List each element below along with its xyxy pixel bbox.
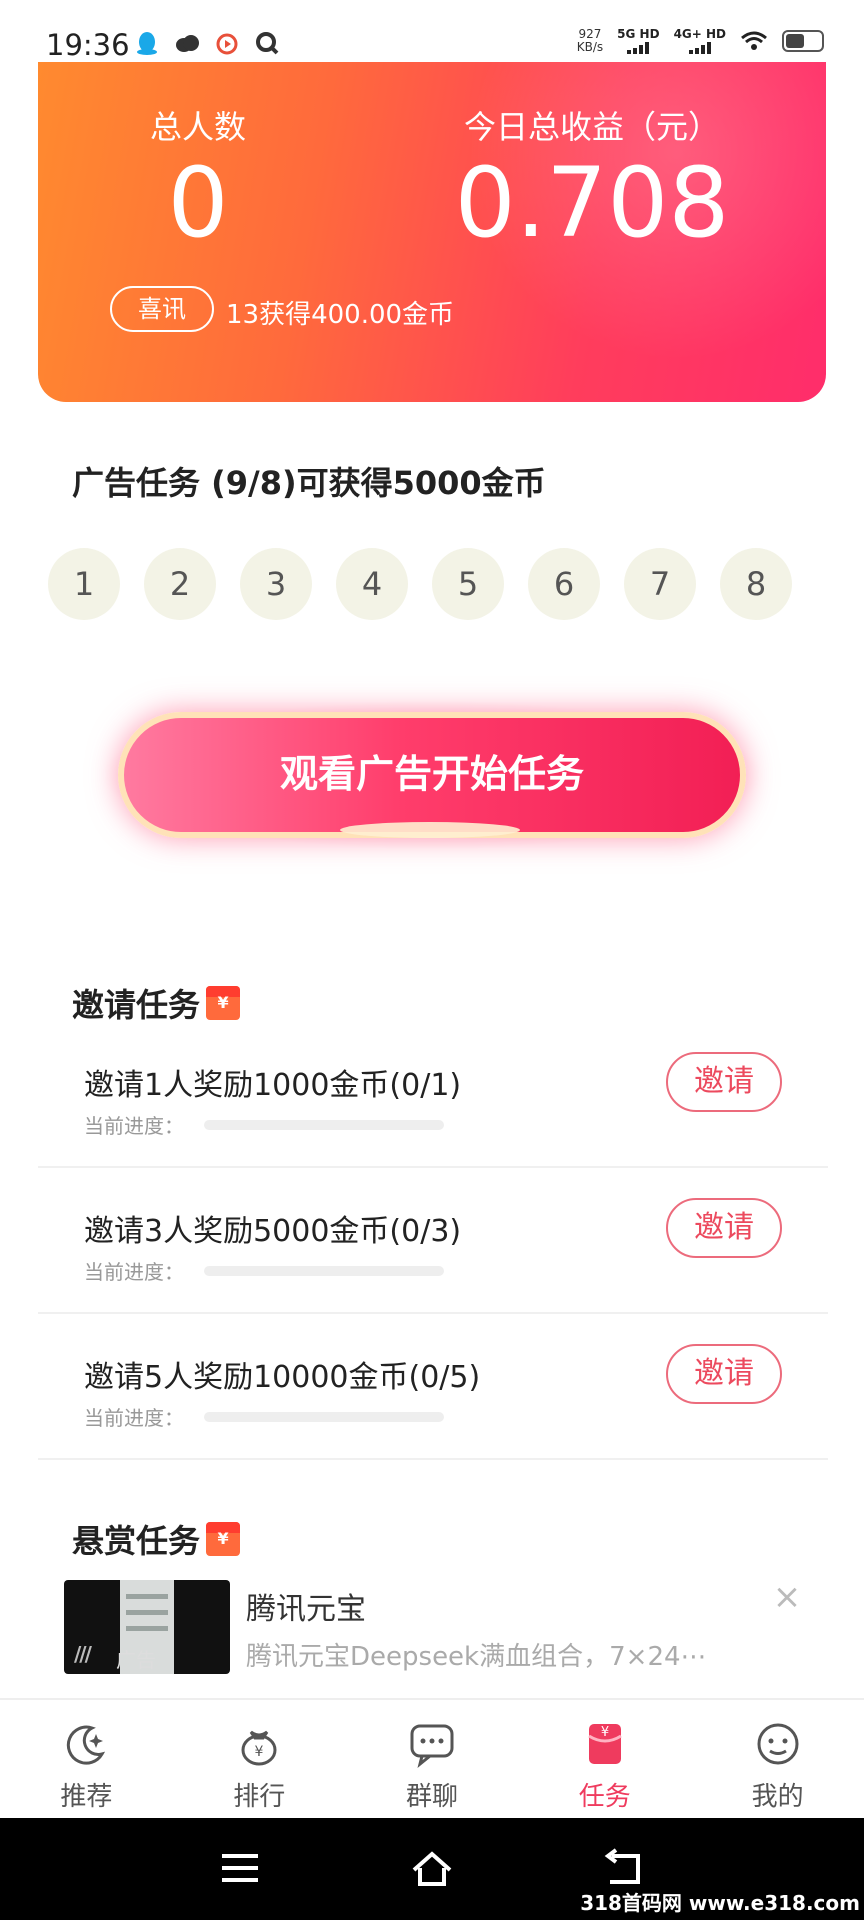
today-income-value: 0.708	[454, 147, 730, 259]
invite-button[interactable]: 邀请	[666, 1198, 782, 1258]
invite-task-text: 邀请3人奖励5000金币(0/3)	[84, 1214, 462, 1249]
home-icon[interactable]	[410, 1846, 454, 1890]
ad-step: 7	[624, 548, 696, 620]
ad-step: 8	[720, 548, 792, 620]
face-icon	[757, 1723, 799, 1765]
svg-text:¥: ¥	[601, 1725, 609, 1740]
sim1-label: 5G HD	[617, 27, 660, 41]
chat-bubble-icon	[410, 1724, 454, 1768]
invite-task-text: 邀请5人奖励10000金币(0/5)	[84, 1360, 481, 1395]
tab-tasks[interactable]: ¥ 任务	[518, 1700, 691, 1818]
battery-icon	[782, 30, 824, 52]
button-shine	[340, 822, 520, 838]
ad-task-steps: 1 2 3 4 5 6 7 8	[48, 548, 792, 620]
ad-title: 腾讯元宝	[246, 1592, 366, 1627]
invite-task-row: 邀请5人奖励10000金币(0/5) 当前进度： 邀请	[38, 1314, 828, 1460]
invite-button[interactable]: 邀请	[666, 1052, 782, 1112]
total-people-value: 0	[167, 147, 229, 259]
news-ticker: 13获得400.00金币	[226, 300, 455, 330]
invite-button[interactable]: 邀请	[666, 1344, 782, 1404]
task-screen: 19:36 927 KB/s 5G HD 4G+ HD 总人数 0 今日总收益（…	[0, 0, 864, 1920]
red-packet-icon: ¥	[206, 986, 241, 1020]
ad-description: 腾讯元宝Deepseek满血组合，7×24⋯	[246, 1642, 707, 1672]
tab-label: 任务	[578, 1782, 631, 1812]
signal-bars-icon	[688, 42, 711, 54]
invite-task-header: 邀请任务 ¥	[72, 980, 241, 1026]
progress-bar	[204, 1266, 444, 1276]
progress-bar	[204, 1412, 444, 1422]
ad-task-title: 广告任务 (9/8)可获得5000金币	[72, 464, 546, 502]
progress-label: 当前进度：	[84, 1114, 184, 1138]
notification-icons	[134, 30, 280, 56]
today-income-label: 今日总收益（元）	[463, 108, 720, 146]
invite-task-row: 邀请3人奖励5000金币(0/3) 当前进度： 邀请	[38, 1168, 828, 1314]
net-speed-unit: KB/s	[576, 40, 604, 54]
back-icon[interactable]	[602, 1846, 646, 1890]
invite-task-text: 邀请1人奖励1000金币(0/1)	[84, 1068, 462, 1103]
red-packet-icon: ¥	[206, 1522, 241, 1556]
search-app-icon	[256, 32, 279, 55]
ad-step: 5	[432, 548, 504, 620]
total-people-label: 总人数	[149, 108, 246, 146]
tab-label: 排行	[233, 1782, 286, 1812]
progress-label: 当前进度：	[84, 1260, 184, 1284]
red-packet-icon: ¥	[587, 1724, 622, 1764]
invite-task-row: 邀请1人奖励1000金币(0/1) 当前进度： 邀请	[38, 1022, 828, 1168]
ad-logo-icon: ///	[74, 1642, 92, 1666]
tab-ranking[interactable]: ¥ 排行	[173, 1700, 346, 1818]
ad-step: 4	[336, 548, 408, 620]
watch-ad-button[interactable]: 观看广告开始任务	[118, 712, 746, 838]
bounty-task-title: 悬赏任务	[72, 1522, 201, 1560]
progress-bar	[204, 1120, 444, 1130]
app-badge-icon	[216, 33, 238, 55]
earnings-banner: 总人数 0 今日总收益（元） 0.708 喜讯 13获得400.00金币	[38, 62, 826, 402]
ad-thumbnail: /// 广告	[64, 1580, 230, 1674]
status-right: 927 KB/s 5G HD 4G+ HD	[577, 28, 824, 54]
status-time: 19:36	[46, 28, 130, 62]
news-badge: 喜讯	[110, 286, 214, 332]
tab-recommend[interactable]: 推荐	[0, 1700, 173, 1818]
watermark: 318首码网 www.e318.com	[580, 1891, 860, 1915]
ad-tag: 广告	[116, 1648, 156, 1672]
wifi-icon	[741, 31, 767, 50]
net-speed: 927 KB/s	[577, 28, 603, 54]
money-bag-icon: ¥	[241, 1730, 277, 1766]
bounty-ad-card[interactable]: /// 广告 腾讯元宝 腾讯元宝Deepseek满血组合，7×24⋯ ×	[64, 1580, 804, 1680]
cloud-icon	[176, 35, 199, 52]
tab-mine[interactable]: 我的	[691, 1700, 864, 1818]
svg-text:¥: ¥	[255, 1744, 264, 1760]
signal-sim2: 4G+ HD	[674, 28, 726, 54]
invite-task-title: 邀请任务	[72, 986, 201, 1024]
ad-step: 3	[240, 548, 312, 620]
progress-label: 当前进度：	[84, 1406, 184, 1430]
sim2-label: 4G+ HD	[673, 27, 726, 41]
tab-label: 群聊	[405, 1782, 458, 1812]
ad-step: 1	[48, 548, 120, 620]
menu-icon[interactable]	[218, 1846, 262, 1890]
bounty-task-header: 悬赏任务 ¥	[72, 1516, 241, 1562]
qq-icon	[137, 32, 157, 55]
bottom-tab-bar: 推荐 ¥ 排行 群聊 ¥ 任务 我的	[0, 1698, 864, 1818]
signal-sim1: 5G HD	[617, 27, 660, 54]
system-navigation-bar: 318首码网 www.e318.com	[0, 1818, 864, 1920]
tab-group-chat[interactable]: 群聊	[346, 1700, 519, 1818]
moon-star-icon	[67, 1725, 106, 1765]
tab-label: 推荐	[60, 1782, 113, 1812]
ad-step: 6	[528, 548, 600, 620]
signal-bars-icon	[627, 42, 650, 54]
close-icon[interactable]: ×	[770, 1580, 804, 1614]
tab-label: 我的	[751, 1782, 804, 1812]
ad-step: 2	[144, 548, 216, 620]
